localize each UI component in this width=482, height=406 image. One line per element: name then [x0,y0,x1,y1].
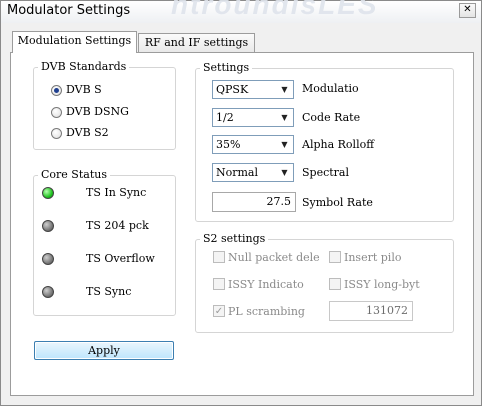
chevron-down-icon: ▼ [281,168,288,177]
null-packet-checkbox[interactable] [213,251,225,263]
radio-dvb-s[interactable] [51,85,62,96]
pl-scrambling-checkbox[interactable]: ✓ [213,305,225,317]
issy-long-byte-checkbox[interactable] [329,278,341,290]
title-bar: ntroundisLES Modulator Settings ✕ [1,0,481,23]
status-label-ts-in-sync: TS In Sync [86,186,147,199]
issy-long-byte-label[interactable]: ISSY long-byt [344,278,424,291]
status-label-ts-sync: TS Sync [86,285,132,298]
window-title: Modulator Settings [7,3,131,18]
status-led-ts-204-pck [42,220,54,232]
tab-modulation-settings[interactable]: Modulation Settings [12,31,137,53]
radio-label-dvb-s2[interactable]: DVB S2 [66,126,109,139]
insert-pilots-label[interactable]: Insert pilo [344,251,424,264]
close-icon: ✕ [463,4,472,15]
modulation-select[interactable]: QPSK ▼ [212,80,294,99]
chevron-down-icon: ▼ [281,85,288,94]
modulation-select-value: QPSK [216,83,249,96]
status-label-ts-overflow: TS Overflow [86,252,155,265]
checkmark-icon: ✓ [214,306,224,317]
settings-title: Settings [200,61,253,74]
alpha-rolloff-select[interactable]: 35% ▼ [212,135,294,154]
symbol-rate-label: Symbol Rate [302,196,373,209]
chevron-down-icon: ▼ [281,113,288,122]
modulation-label: Modulatio [302,82,359,95]
status-led-ts-overflow [42,253,54,265]
spectral-select-value: Normal [216,166,259,179]
code-rate-select[interactable]: 1/2 ▼ [212,108,294,127]
radio-dvb-dsng[interactable] [51,107,62,118]
code-rate-select-value: 1/2 [216,111,234,124]
status-label-ts-204-pck: TS 204 pck [86,219,149,232]
tab-rf-and-if-settings[interactable]: RF and IF settings [138,33,255,53]
radio-label-dvb-dsng[interactable]: DVB DSNG [66,105,129,118]
alpha-rolloff-label: Alpha Rolloff [302,138,375,151]
radio-label-dvb-s[interactable]: DVB S [66,83,102,96]
pl-scrambling-value-input[interactable]: 131072 [329,301,413,321]
status-led-ts-in-sync [42,187,54,199]
insert-pilots-checkbox[interactable] [329,251,341,263]
symbol-rate-input[interactable]: 27.5 [212,192,296,212]
s2-settings-title: S2 settings [200,232,269,245]
spectral-select[interactable]: Normal ▼ [212,163,294,182]
modulator-settings-window: ntroundisLES Modulator Settings ✕ Modula… [0,0,482,406]
chevron-down-icon: ▼ [281,140,288,149]
pl-scrambling-label[interactable]: PL scrambing [228,305,324,318]
close-button[interactable]: ✕ [459,3,476,18]
code-rate-label: Code Rate [302,111,361,124]
core-status-title: Core Status [38,168,110,181]
issy-indicator-label[interactable]: ISSY Indicato [228,278,324,291]
issy-indicator-checkbox[interactable] [213,278,225,290]
alpha-rolloff-select-value: 35% [216,138,241,151]
null-packet-label[interactable]: Null packet dele [228,251,324,264]
spectral-label: Spectral [302,166,350,179]
title-watermark: ntroundisLES [171,0,379,20]
radio-dvb-s2[interactable] [51,128,62,139]
apply-button[interactable]: Apply [34,341,174,360]
status-led-ts-sync [42,286,54,298]
dvb-standards-title: DVB Standards [38,60,130,73]
